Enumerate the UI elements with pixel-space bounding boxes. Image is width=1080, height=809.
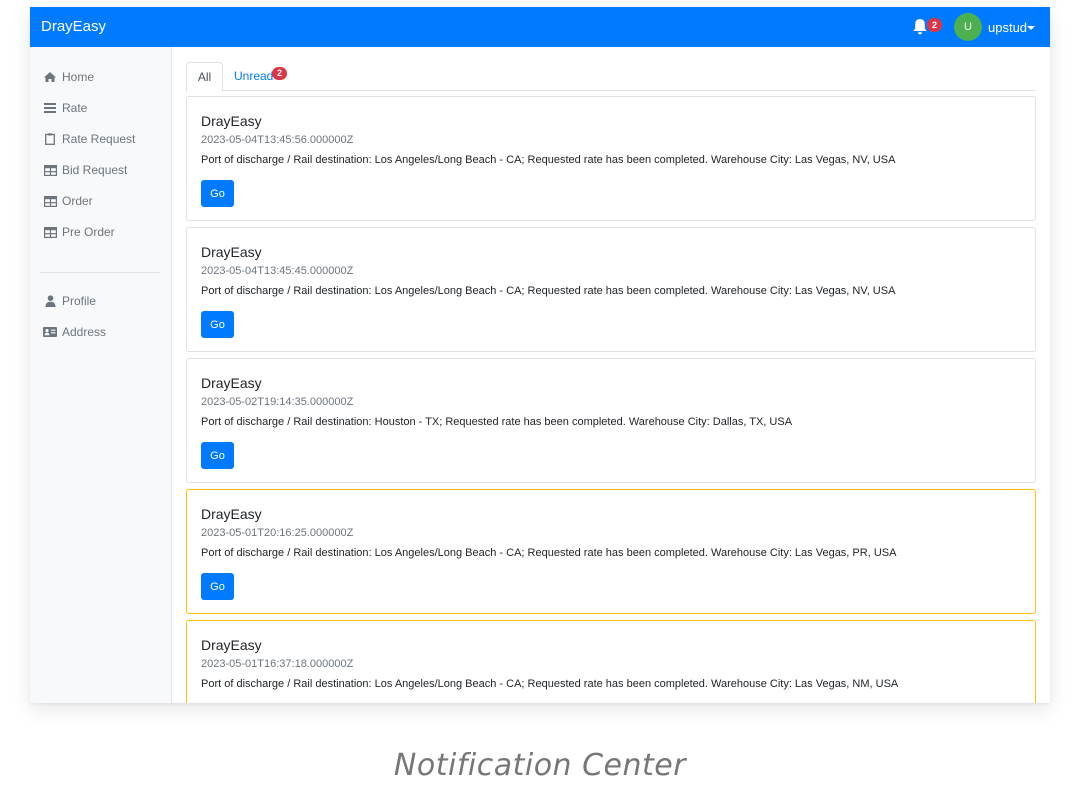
notification-timestamp: 2023-05-04T13:45:56.000000Z — [201, 134, 354, 146]
notification-message: Port of discharge / Rail destination: Lo… — [201, 285, 896, 297]
notification-message: Port of discharge / Rail destination: Lo… — [201, 154, 896, 166]
sidebar-item-address[interactable]: Address — [43, 322, 106, 342]
address-card-icon — [43, 325, 57, 339]
notification-timestamp: 2023-05-04T13:45:45.000000Z — [201, 265, 354, 277]
page-caption: Notification Center — [393, 748, 687, 783]
notification-count-badge: 2 — [927, 18, 942, 32]
clipboard-icon — [43, 132, 57, 146]
sidebar-item-label: Profile — [62, 294, 97, 308]
sidebar-item-label: Address — [62, 325, 107, 339]
sidebar-item-home[interactable]: Home — [43, 67, 94, 87]
notification-title: DrayEasy — [201, 375, 262, 391]
unread-count-badge: 2 — [272, 67, 287, 80]
sidebar-item-label: Rate — [62, 101, 88, 115]
table-icon — [43, 163, 57, 177]
go-button[interactable]: Go — [201, 573, 234, 600]
sidebar-item-profile[interactable]: Profile — [43, 291, 96, 311]
top-navbar: DrayEasy 2 U upstud — [30, 7, 1050, 47]
notification-tabs: All Unread 2 — [186, 62, 1036, 92]
sidebar-item-label: Bid Request — [62, 163, 128, 177]
notification-timestamp: 2023-05-01T20:16:25.000000Z — [201, 527, 354, 539]
user-menu-toggle[interactable]: upstud — [988, 20, 1027, 35]
go-button[interactable]: Go — [201, 442, 234, 469]
tab-all[interactable]: All — [186, 62, 223, 92]
notification-card: DrayEasy 2023-05-04T13:45:56.000000Z Por… — [186, 96, 1036, 221]
chevron-down-icon[interactable] — [1027, 26, 1035, 30]
go-button[interactable]: Go — [201, 311, 234, 338]
sidebar-item-order[interactable]: Order — [43, 191, 93, 211]
sidebar-item-pre-order[interactable]: Pre Order — [43, 222, 115, 242]
notification-message: Port of discharge / Rail destination: Lo… — [201, 547, 897, 559]
unread-notification-card: DrayEasy 2023-05-01T20:16:25.000000Z Por… — [186, 489, 1036, 614]
sidebar: Home Rate Rate Request Bid Request Order — [30, 47, 172, 703]
sidebar-item-label: Rate Request — [62, 132, 136, 146]
notification-title: DrayEasy — [201, 637, 262, 653]
notification-card: DrayEasy 2023-05-04T13:45:45.000000Z Por… — [186, 227, 1036, 352]
avatar[interactable]: U — [954, 13, 982, 41]
notification-message: Port of discharge / Rail destination: Lo… — [201, 678, 899, 690]
notification-title: DrayEasy — [201, 506, 262, 522]
notification-title: DrayEasy — [201, 113, 262, 129]
sidebar-item-label: Home — [62, 70, 95, 84]
notification-center: All Unread 2 DrayEasy 2023-05-04T13:45:5… — [186, 62, 1036, 703]
unread-notification-card: DrayEasy 2023-05-01T16:37:18.000000Z Por… — [186, 620, 1036, 703]
sidebar-item-rate-request[interactable]: Rate Request — [43, 129, 135, 149]
user-icon — [43, 294, 57, 308]
sidebar-item-label: Order — [62, 194, 93, 208]
notification-timestamp: 2023-05-01T16:37:18.000000Z — [201, 658, 354, 670]
home-icon — [43, 70, 57, 84]
sidebar-item-bid-request[interactable]: Bid Request — [43, 160, 127, 180]
tab-unread[interactable]: Unread — [234, 69, 273, 83]
sidebar-item-rate[interactable]: Rate — [43, 98, 87, 118]
sidebar-divider — [40, 272, 160, 273]
table-icon — [43, 225, 57, 239]
go-button[interactable]: Go — [201, 180, 234, 207]
sidebar-item-label: Pre Order — [62, 225, 115, 239]
notification-message: Port of discharge / Rail destination: Ho… — [201, 416, 793, 428]
notification-title: DrayEasy — [201, 244, 262, 260]
brand-logo[interactable]: DrayEasy — [41, 18, 106, 35]
app-window: DrayEasy 2 U upstud Home Rate Rate Reque… — [30, 7, 1050, 703]
notification-timestamp: 2023-05-02T19:14:35.000000Z — [201, 396, 354, 408]
bars-icon — [43, 101, 57, 115]
notification-card: DrayEasy 2023-05-02T19:14:35.000000Z Por… — [186, 358, 1036, 483]
table-icon — [43, 194, 57, 208]
